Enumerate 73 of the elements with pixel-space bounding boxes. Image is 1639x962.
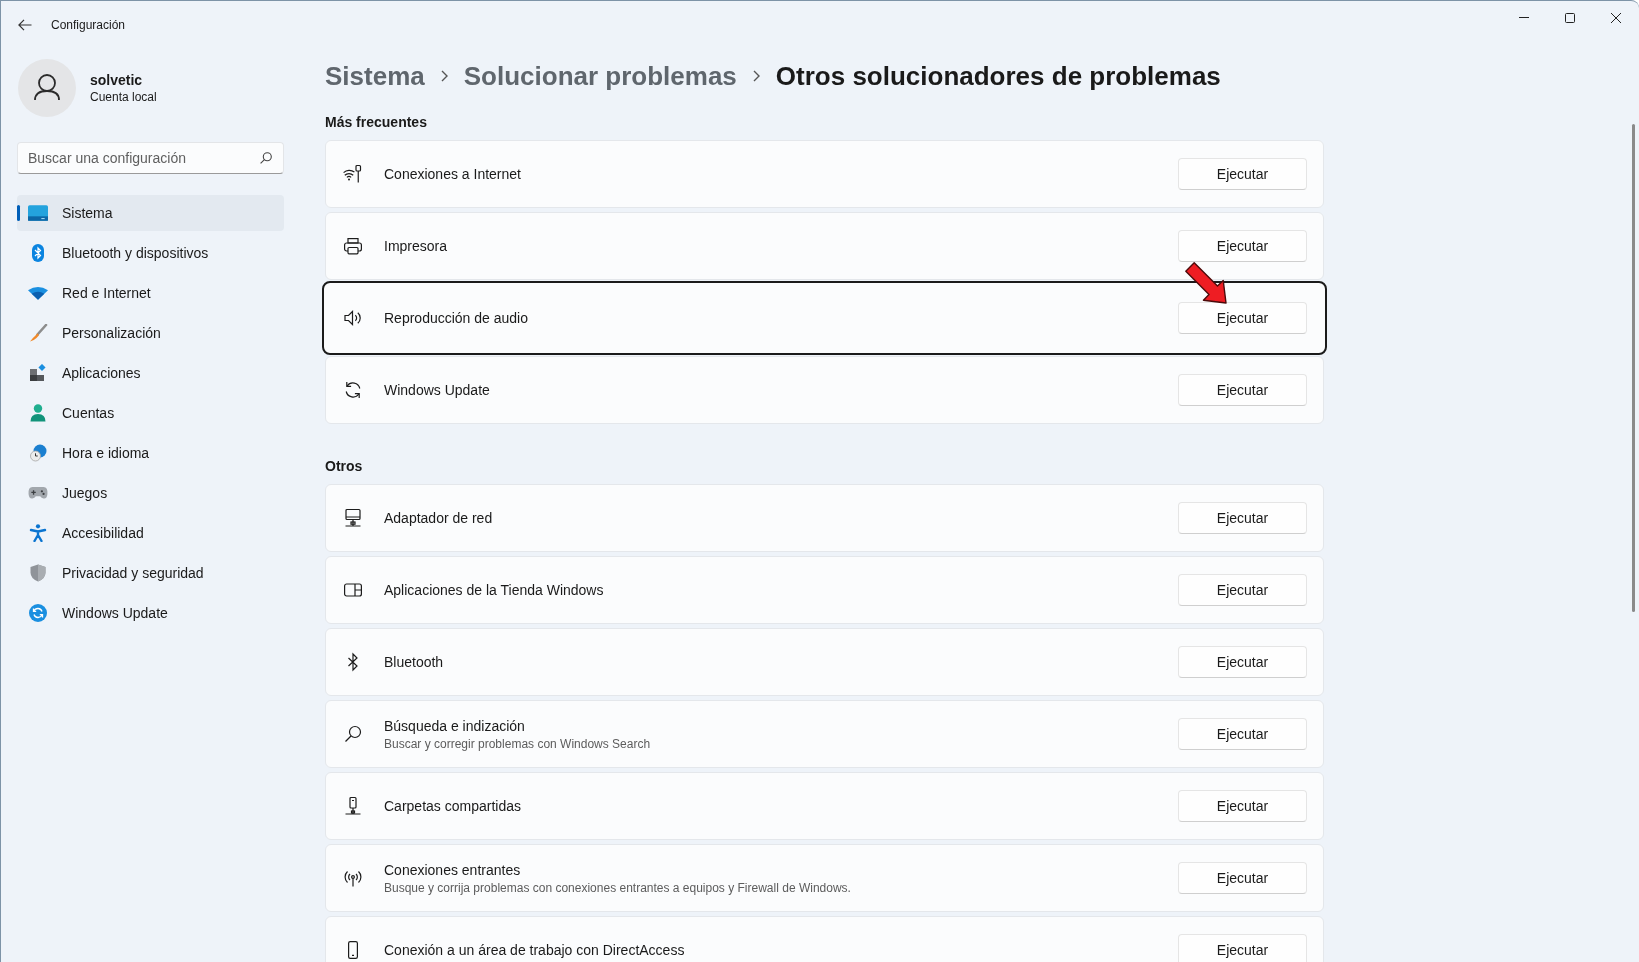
- wifi-plug-icon: [343, 164, 363, 184]
- sidebar-item[interactable]: Sistema: [17, 195, 284, 231]
- breadcrumb-item: Otros solucionadores de problemas: [775, 60, 1221, 92]
- sidebar-item[interactable]: Personalización: [17, 315, 284, 351]
- app-window-icon: [343, 580, 363, 600]
- person-icon: [28, 404, 48, 422]
- run-button[interactable]: Ejecutar: [1178, 934, 1307, 962]
- troubleshooter-title: Impresora: [384, 236, 449, 256]
- run-button[interactable]: Ejecutar: [1178, 646, 1307, 678]
- run-button[interactable]: Ejecutar: [1178, 158, 1307, 190]
- run-button[interactable]: Ejecutar: [1178, 302, 1307, 334]
- chevron-right-icon: [440, 70, 448, 82]
- shield-icon: [28, 564, 48, 582]
- network-computer-icon: [343, 508, 363, 528]
- troubleshooter-title: Búsqueda e indización: [384, 716, 526, 736]
- sidebar-item[interactable]: Juegos: [17, 475, 284, 511]
- troubleshooter-title: Carpetas compartidas: [384, 796, 522, 816]
- run-button[interactable]: Ejecutar: [1178, 230, 1307, 262]
- sync-arrows-icon: [343, 380, 363, 400]
- run-button[interactable]: Ejecutar: [1178, 502, 1307, 534]
- search-icon: [343, 724, 363, 744]
- search-icon: [260, 152, 272, 164]
- troubleshooter-title: Conexiones a Internet: [384, 164, 522, 184]
- account-type: Cuenta local: [90, 90, 157, 104]
- window-title: Configuración: [51, 17, 126, 32]
- close-icon: [1611, 12, 1621, 23]
- sidebar-item[interactable]: Accesibilidad: [17, 515, 284, 551]
- wifi-icon: [28, 284, 48, 302]
- breadcrumb-item[interactable]: Sistema: [325, 60, 425, 92]
- monitor-icon: [28, 204, 48, 222]
- avatar-icon: [18, 59, 76, 117]
- troubleshooter-title: Aplicaciones de la Tienda Windows: [384, 580, 605, 600]
- gamepad-icon: [28, 484, 48, 502]
- sidebar-item[interactable]: Privacidad y seguridad: [17, 555, 284, 591]
- search-field[interactable]: Buscar una configuración: [17, 142, 284, 174]
- minimize-icon: [1519, 17, 1529, 18]
- printer-icon: [343, 236, 363, 256]
- troubleshooter-title: Bluetooth: [384, 652, 445, 672]
- back-arrow-icon: [18, 18, 32, 31]
- paintbrush-icon: [28, 324, 48, 342]
- run-button[interactable]: Ejecutar: [1178, 790, 1307, 822]
- troubleshooter-description: Buscar y corregir problemas con Windows Search: [384, 735, 652, 752]
- maximize-icon: [1565, 12, 1575, 23]
- arrow-icon: [1182, 259, 1228, 305]
- run-button[interactable]: Ejecutar: [1178, 374, 1307, 406]
- sidebar-item[interactable]: Hora e idioma: [17, 435, 284, 471]
- run-button[interactable]: Ejecutar: [1178, 574, 1307, 606]
- run-button[interactable]: Ejecutar: [1178, 862, 1307, 894]
- troubleshooter-description: Busque y corrija problemas con conexiones entrantes a equipos y Firewall de Windows.: [384, 879, 852, 896]
- chevron-right-icon: [752, 70, 760, 82]
- breadcrumb-item[interactable]: Solucionar problemas: [463, 60, 737, 92]
- troubleshooter-title: Windows Update: [384, 380, 491, 400]
- section-heading: Más frecuentes: [325, 113, 428, 132]
- troubleshooter-title: Adaptador de red: [384, 508, 494, 528]
- troubleshooter-title: Conexiones entrantes: [384, 860, 522, 880]
- profile-name: solvetic: [90, 72, 144, 88]
- scrollbar-thumb[interactable]: [1632, 124, 1635, 612]
- sidebar-item[interactable]: Windows Update: [17, 595, 284, 631]
- sidebar-item[interactable]: Aplicaciones: [17, 355, 284, 391]
- sync-icon: [28, 604, 48, 622]
- apps-icon: [28, 364, 48, 382]
- run-button[interactable]: Ejecutar: [1178, 718, 1307, 750]
- accessibility-icon: [28, 524, 48, 542]
- section-heading: Otros: [325, 457, 364, 476]
- network-device-icon: [343, 796, 363, 816]
- sidebar-item[interactable]: Red e Internet: [17, 275, 284, 311]
- globe-clock-icon: [28, 444, 48, 462]
- sidebar-item[interactable]: Cuentas: [17, 395, 284, 431]
- speaker-icon: [343, 308, 363, 328]
- sidebar-item[interactable]: Bluetooth y dispositivos: [17, 235, 284, 271]
- antenna-icon: [343, 868, 363, 888]
- troubleshooter-title: Reproducción de audio: [384, 308, 529, 328]
- troubleshooter-title: Conexión a un área de trabajo con DirectAccess: [384, 940, 686, 960]
